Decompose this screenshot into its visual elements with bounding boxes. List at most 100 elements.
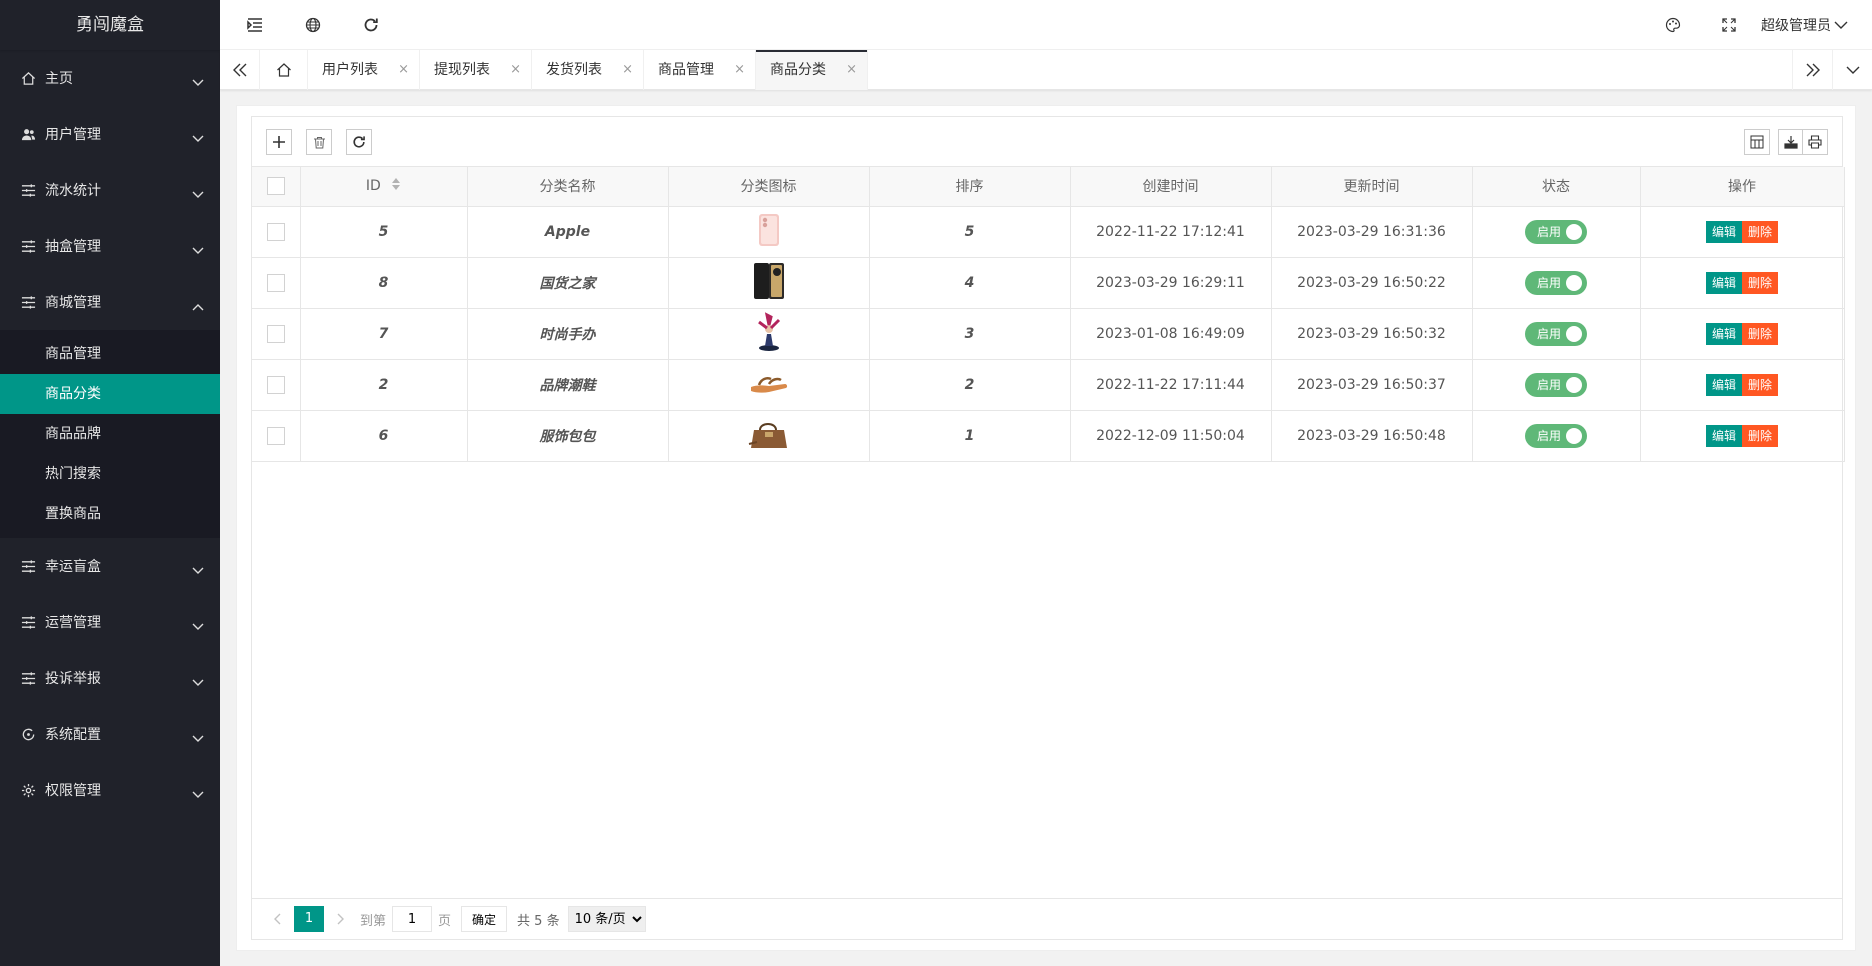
cell-updated: 2023-03-29 16:50:32 [1271, 308, 1473, 360]
sidebar-item-1[interactable]: 用户管理 [0, 106, 220, 162]
list-icon [20, 558, 36, 574]
page-number-current[interactable]: 1 [294, 906, 324, 932]
submenu-item[interactable]: 热门搜索 [0, 454, 220, 494]
tab-item[interactable]: 提现列表 × [420, 50, 532, 90]
close-icon[interactable]: × [622, 50, 633, 90]
tabs-menu-button[interactable] [1832, 50, 1872, 90]
cell-icon [668, 359, 870, 411]
data-table-container: ID 分类名称 分类图标 排序 创建时间 更新时间 状态 操作 5 Apple 5 2… [251, 116, 1845, 940]
delete-button[interactable]: 删除 [1742, 424, 1779, 447]
sidebar-item-2[interactable]: 流水统计 [0, 162, 220, 218]
sidebar-item-label: 系统配置 [45, 727, 101, 743]
row-checkbox[interactable] [266, 375, 285, 394]
row-checkbox[interactable] [266, 273, 285, 292]
submenu-item[interactable]: 商品分类 [0, 374, 220, 414]
column-header-id[interactable]: ID [300, 167, 468, 207]
column-filter-button[interactable] [1744, 129, 1770, 155]
edit-button[interactable]: 编辑 [1705, 220, 1742, 243]
sidebar-item-8[interactable]: 系统配置 [0, 706, 220, 762]
content-panel: ID 分类名称 分类图标 排序 创建时间 更新时间 状态 操作 5 Apple 5 2… [236, 105, 1856, 951]
chevron-down-icon [192, 187, 204, 203]
chevron-down-icon [192, 619, 204, 635]
home-icon [276, 63, 291, 77]
export-button[interactable] [1778, 129, 1804, 155]
submenu-item[interactable]: 商品品牌 [0, 414, 220, 454]
tab-home[interactable] [260, 50, 308, 90]
sidebar-item-9[interactable]: 权限管理 [0, 762, 220, 818]
batch-delete-button[interactable] [306, 129, 332, 155]
goto-confirm-button[interactable]: 确定 [461, 906, 508, 932]
page-size-select[interactable]: 10 条/页 [567, 906, 646, 932]
tabs-scroll-right-button[interactable] [1792, 50, 1832, 90]
sidebar-item-7[interactable]: 投诉举报 [0, 650, 220, 706]
delete-button[interactable]: 删除 [1742, 271, 1779, 294]
chevron-down-icon [192, 243, 204, 259]
next-page-button[interactable] [330, 906, 352, 932]
print-button[interactable] [1802, 129, 1828, 155]
submenu-item[interactable]: 商品管理 [0, 334, 220, 374]
category-table: ID 分类名称 分类图标 排序 创建时间 更新时间 状态 操作 5 Apple 5 2… [252, 167, 1845, 462]
close-icon[interactable]: × [846, 50, 857, 90]
theme-button[interactable] [1650, 0, 1696, 50]
category-thumbnail[interactable] [753, 311, 785, 356]
cell-created: 2023-01-08 16:49:09 [1070, 308, 1272, 360]
edit-button[interactable]: 编辑 [1705, 424, 1742, 447]
table-header-row: ID 分类名称 分类图标 排序 创建时间 更新时间 状态 操作 [252, 167, 1845, 207]
cell-name: Apple [467, 206, 669, 258]
category-thumbnail[interactable] [756, 213, 782, 251]
user-name: 超级管理员 [1761, 18, 1831, 34]
sidebar-item-5[interactable]: 幸运盲盒 [0, 538, 220, 594]
category-thumbnail[interactable] [748, 418, 790, 454]
columns-icon [1750, 135, 1764, 149]
row-checkbox[interactable] [266, 222, 285, 241]
category-thumbnail[interactable] [752, 262, 786, 304]
chevron-left-icon [274, 913, 281, 925]
tab-item[interactable]: 商品管理 × [644, 50, 756, 90]
sort-icon[interactable] [391, 177, 401, 195]
chevron-up-icon [192, 299, 204, 315]
status-toggle[interactable]: 启用 [1525, 270, 1587, 295]
cell-status: 启用 [1472, 410, 1641, 462]
cell-id: 5 [300, 206, 468, 258]
status-toggle[interactable]: 启用 [1525, 219, 1587, 244]
fullscreen-button[interactable] [1706, 0, 1752, 50]
home-icon [20, 70, 36, 86]
tab-item[interactable]: 发货列表 × [532, 50, 644, 90]
table-refresh-button[interactable] [346, 129, 372, 155]
row-checkbox[interactable] [266, 324, 285, 343]
close-icon[interactable]: × [510, 50, 521, 90]
menu-toggle-button[interactable] [232, 0, 278, 50]
sidebar-item-3[interactable]: 抽盒管理 [0, 218, 220, 274]
delete-button[interactable]: 删除 [1742, 220, 1779, 243]
submenu-item[interactable]: 置换商品 [0, 494, 220, 534]
sidebar-item-4[interactable]: 商城管理 [0, 274, 220, 330]
edit-button[interactable]: 编辑 [1705, 373, 1742, 396]
status-toggle[interactable]: 启用 [1525, 423, 1587, 448]
website-button[interactable] [290, 0, 336, 50]
close-icon[interactable]: × [734, 50, 745, 90]
select-all-checkbox[interactable] [266, 177, 285, 196]
row-checkbox[interactable] [266, 426, 285, 445]
close-icon[interactable]: × [398, 50, 409, 90]
status-toggle[interactable]: 启用 [1525, 321, 1587, 346]
list-icon [20, 182, 36, 198]
delete-button[interactable]: 删除 [1742, 373, 1779, 396]
tab-item[interactable]: 商品分类 × [756, 50, 868, 90]
delete-button[interactable]: 删除 [1742, 322, 1779, 345]
chevron-down-icon [192, 563, 204, 579]
edit-button[interactable]: 编辑 [1705, 322, 1742, 345]
category-thumbnail[interactable] [749, 371, 789, 399]
user-menu[interactable]: 超级管理员 [1761, 0, 1848, 50]
sidebar-item-label: 幸运盲盒 [45, 559, 101, 575]
tabs-scroll-left-button[interactable] [220, 50, 260, 90]
tab-item[interactable]: 用户列表 × [308, 50, 420, 90]
prev-page-button[interactable] [266, 906, 288, 932]
edit-button[interactable]: 编辑 [1705, 271, 1742, 294]
sidebar-item-0[interactable]: 主页 [0, 50, 220, 106]
tab-label: 发货列表 [546, 62, 602, 78]
status-toggle[interactable]: 启用 [1525, 372, 1587, 397]
sidebar-item-6[interactable]: 运营管理 [0, 594, 220, 650]
add-button[interactable] [266, 129, 292, 155]
refresh-button[interactable] [348, 0, 394, 50]
goto-page-input[interactable] [392, 906, 433, 932]
